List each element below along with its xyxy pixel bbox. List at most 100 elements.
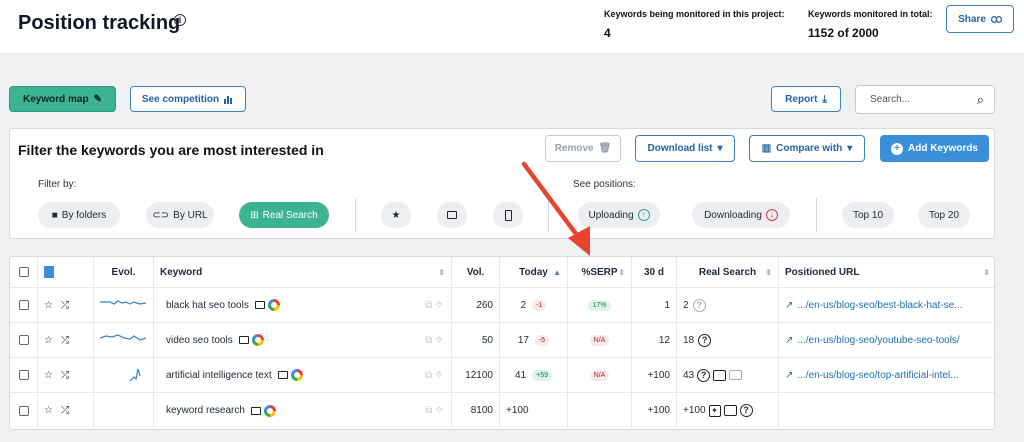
image-icon — [713, 369, 727, 381]
share-button[interactable]: Share — [946, 5, 1014, 33]
col-real-search[interactable]: Real Search ⬍ — [677, 257, 779, 287]
uploading-label: Uploading — [588, 209, 634, 221]
copy-icon[interactable] — [44, 266, 54, 278]
row-checkbox[interactable] — [18, 335, 29, 345]
d30-value: +100 — [647, 369, 670, 381]
shuffle-icon[interactable]: ⤮ — [61, 300, 69, 311]
change-badge: -1 — [532, 299, 547, 311]
d30-value: 12 — [658, 334, 670, 346]
table-row[interactable]: ☆ ⤮ video seo tools ⧉ ✧ 50 17 -5 N/A 12 18?… — [10, 323, 994, 358]
copy-keyword-icon[interactable]: ⧉ ✧ — [425, 335, 443, 346]
row-checkbox[interactable] — [18, 370, 29, 380]
star-icon[interactable]: ☆ — [44, 405, 53, 416]
row-checkbox[interactable] — [18, 405, 29, 416]
google-icon — [267, 299, 280, 311]
desktop-chip[interactable] — [437, 202, 467, 228]
video-icon — [729, 370, 743, 380]
grid-icon: ⊞ — [250, 209, 259, 221]
today-cell: 17 -5 — [500, 323, 568, 357]
downloading-chip[interactable]: Downloading ↓ — [692, 202, 790, 228]
change-badge: -5 — [534, 334, 550, 346]
keyword-map-label: Keyword map — [23, 93, 89, 105]
top10-chip[interactable]: Top 10 — [842, 202, 894, 228]
row-select-cell — [10, 358, 38, 392]
search-icon[interactable]: ⌕ — [977, 92, 984, 108]
keyword-cell: artificial intelligence text ⧉ ✧ — [154, 358, 452, 392]
real-search-cell: 2? — [677, 288, 779, 322]
table-row[interactable]: ☆ ⤮ artificial intelligence text ⧉ ✧ 12100… — [10, 358, 994, 393]
select-all-checkbox[interactable] — [18, 267, 29, 277]
remove-button[interactable]: Remove 🗑 — [545, 135, 621, 162]
row-checkbox[interactable] — [18, 300, 29, 310]
bar-chart-icon — [224, 95, 233, 104]
desktop-icon — [277, 371, 288, 379]
col-serp[interactable]: %SERP ⬍ — [568, 257, 632, 287]
copy-keyword-icon[interactable]: ⧉ ✧ — [425, 370, 443, 381]
star-icon[interactable]: ☆ — [44, 335, 53, 346]
compare-with-button[interactable]: ▥ Compare with ▾ — [749, 135, 865, 162]
uploading-chip[interactable]: Uploading ↑ — [578, 202, 660, 228]
keyword-cell: video seo tools ⧉ ✧ — [154, 323, 452, 357]
info-icon[interactable]: i — [174, 14, 186, 26]
col-url[interactable]: Positioned URL ⬍ — [779, 257, 994, 287]
shuffle-icon[interactable]: ⤮ — [61, 370, 69, 381]
table-row[interactable]: ☆ ⤮ keyword research ⧉ ✧ 8100 +100 +100 +1… — [10, 393, 994, 428]
remove-label: Remove — [554, 143, 594, 154]
col-vol[interactable]: Vol. — [452, 257, 500, 287]
d30-cell: +100 — [632, 358, 677, 392]
row-actions: ☆ ⤮ — [38, 358, 94, 392]
shuffle-icon[interactable]: ⤮ — [61, 335, 69, 346]
desktop-icon — [254, 301, 265, 309]
today-value: 41 — [515, 369, 527, 381]
keyword-text: black hat seo tools — [166, 299, 249, 311]
add-keywords-button[interactable]: + Add Keywords — [880, 135, 989, 162]
favorites-chip[interactable]: ★ — [381, 202, 411, 228]
col-30d[interactable]: 30 d — [632, 257, 677, 287]
col-today[interactable]: Today ▲ — [500, 257, 568, 287]
real-search-chip[interactable]: ⊞ Real Search — [239, 202, 329, 228]
folder-icon: ■ — [51, 209, 58, 221]
today-value: 2 — [520, 299, 527, 311]
col-evol[interactable]: Evol. — [94, 257, 154, 287]
download-list-button[interactable]: Download list ▾ — [635, 135, 735, 162]
row-select-cell — [10, 288, 38, 322]
by-url-chip[interactable]: ⊂⊃ By URL — [146, 202, 214, 228]
google-icon — [263, 404, 276, 417]
external-link-icon[interactable]: ↗ — [785, 335, 793, 346]
copy-keyword-icon[interactable]: ⧉ ✧ — [425, 405, 443, 416]
star-icon[interactable]: ☆ — [44, 370, 53, 381]
positioned-url-link[interactable]: .../en-us/blog-seo/best-black-hat-se... — [797, 300, 962, 311]
real-search-cell: 18? — [677, 323, 779, 357]
shuffle-icon[interactable]: ⤮ — [61, 405, 69, 416]
mobile-chip[interactable] — [493, 202, 523, 228]
report-button[interactable]: Report ⤓ — [771, 86, 841, 112]
external-link-icon[interactable]: ↗ — [785, 370, 793, 381]
positioned-url-link[interactable]: .../en-us/blog-seo/top-artificial-intel.… — [797, 370, 958, 381]
table-row[interactable]: ☆ ⤮ black hat seo tools ⧉ ✧ 260 2 -1 17% 1 … — [10, 288, 994, 323]
col-keyword[interactable]: Keyword ⬍ — [154, 257, 452, 287]
compare-with-label: Compare with — [776, 143, 843, 154]
top20-chip[interactable]: Top 20 — [918, 202, 970, 228]
col-evol-label: Evol. — [111, 266, 136, 278]
copy-keyword-icon[interactable]: ⧉ ✧ — [425, 300, 443, 311]
desktop-icon — [447, 211, 457, 219]
external-link-icon[interactable]: ↗ — [785, 300, 793, 311]
select-all-cell — [10, 257, 38, 287]
star-icon[interactable]: ☆ — [44, 300, 53, 311]
today-cell: 41 +59 — [500, 358, 568, 392]
col-keyword-label: Keyword — [160, 266, 203, 278]
search-input[interactable]: Search... ⌕ — [855, 85, 995, 114]
filter-panel: Filter the keywords you are most interes… — [9, 128, 995, 239]
total-keywords-stat: Keywords monitored in total: 1152 of 200… — [808, 9, 933, 40]
keyword-map-button[interactable]: Keyword map ✎ — [9, 86, 116, 112]
d30-value: 1 — [664, 299, 670, 311]
by-folders-chip[interactable]: ■ By folders — [38, 202, 120, 228]
see-competition-button[interactable]: See competition — [130, 86, 246, 112]
total-keywords-value: 1152 of 2000 — [808, 26, 879, 40]
positioned-url-link[interactable]: .../en-us/blog-seo/youtube-seo-tools/ — [797, 335, 959, 346]
see-competition-label: See competition — [141, 93, 220, 105]
copy-cell — [38, 257, 94, 287]
serp-cell — [568, 393, 632, 428]
keyword-text: artificial intelligence text — [166, 369, 272, 381]
sort-icon: ⬍ — [765, 267, 772, 277]
